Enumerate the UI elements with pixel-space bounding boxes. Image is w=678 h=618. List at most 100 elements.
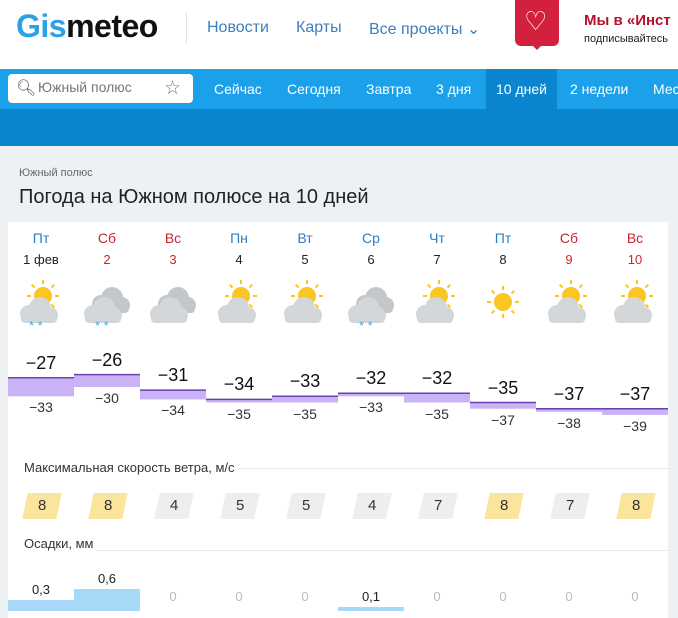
svg-text:* *: * * (359, 318, 373, 330)
temp-max: −37 (553, 383, 585, 404)
temp-min: −35 (293, 405, 317, 422)
divider (186, 12, 187, 44)
tab-3[interactable]: 3 дня (426, 69, 481, 109)
day-name: Пн (230, 230, 248, 246)
temp-min: −35 (227, 405, 251, 422)
breadcrumb[interactable]: Южный полюс (19, 167, 93, 179)
precip-bar (338, 607, 404, 611)
blue-band (0, 109, 678, 146)
cloud-weather-icon: * * (345, 278, 397, 333)
sun-cloud-weather-icon (609, 278, 661, 328)
sun-cloud-weather-icon (213, 278, 265, 328)
day-date: 8 (499, 252, 507, 267)
day-date: 6 (367, 252, 375, 267)
svg-text:* *: * * (29, 318, 43, 330)
precip-value: 0 (433, 589, 441, 604)
temp-min: −33 (359, 399, 383, 416)
day-date: 2 (103, 252, 111, 267)
wind-speed: 5 (286, 493, 326, 519)
wind-value: 8 (37, 497, 47, 514)
precip-value: 0,3 (31, 581, 51, 597)
precip-value: 0 (631, 589, 639, 604)
precip-value: 0 (565, 589, 573, 604)
tab-2[interactable]: Завтра (356, 69, 421, 109)
precip-value: 0 (499, 589, 507, 604)
precip-bar (74, 588, 140, 611)
search-input[interactable] (38, 79, 158, 95)
day-name: Сб (559, 230, 579, 246)
tab-4[interactable]: 10 дней (486, 69, 557, 109)
wind-value: 8 (631, 497, 641, 514)
search-icon: 🔍︎ (16, 80, 37, 97)
wind-speed: 4 (154, 493, 194, 519)
wind-value: 5 (235, 497, 245, 514)
day-date: 5 (301, 252, 309, 267)
wind-label: Максимальная скорость ветра, м/с (24, 460, 239, 475)
wind-speed: 8 (22, 493, 62, 519)
sun-cloud-weather-icon (543, 278, 595, 328)
day-name: Вт (297, 230, 313, 246)
temp-min: −33 (29, 399, 53, 416)
sun-weather-icon (477, 278, 529, 328)
wind-speed: 4 (352, 493, 392, 519)
precip-value: 0 (169, 589, 177, 604)
tab-1[interactable]: Сегодня (277, 69, 351, 109)
forecast-card: Максимальная скорость ветра, м/с Осадки,… (8, 222, 668, 618)
sun-cloud-weather-icon (411, 278, 463, 328)
temp-range-bar (8, 377, 74, 397)
wind-value: 8 (103, 497, 113, 514)
day-name: Вс (164, 230, 182, 246)
day-name: Пт (494, 230, 512, 246)
wind-value: 4 (367, 497, 377, 514)
temp-min: −39 (623, 417, 647, 434)
temp-min: −30 (95, 390, 119, 406)
wind-speed: 8 (88, 493, 128, 519)
nav-maps[interactable]: Карты (296, 19, 342, 37)
temp-max: −32 (355, 368, 387, 389)
day-name: Вс (626, 230, 644, 246)
nav-news[interactable]: Новости (207, 19, 269, 37)
day-date: 9 (565, 252, 573, 267)
temp-range-bar (74, 374, 140, 387)
temp-max: −32 (421, 368, 453, 389)
day-name: Пт (32, 230, 50, 246)
temp-min: −37 (491, 411, 515, 428)
wind-value: 8 (499, 497, 509, 514)
temp-max: −34 (223, 374, 255, 395)
wind-speed: 8 (616, 493, 656, 519)
promo-subtitle: подписывайтесь (584, 33, 669, 45)
day-name: Чт (429, 230, 445, 246)
wind-speed: 5 (220, 493, 260, 519)
instagram-heart-icon[interactable]: ♡ (515, 0, 559, 50)
day-date: 4 (235, 252, 243, 267)
svg-text:* *: * * (95, 318, 109, 330)
tab-6[interactable]: Мес (643, 69, 678, 109)
precip-value: 0 (301, 589, 309, 604)
temp-range-bar (404, 393, 470, 403)
tab-5[interactable]: 2 недели (560, 69, 638, 109)
temp-max: −31 (157, 365, 189, 386)
wind-speed: 7 (550, 493, 590, 519)
temp-max: −37 (619, 383, 651, 404)
precip-label: Осадки, мм (24, 536, 98, 551)
precip-value: 0,6 (97, 570, 117, 586)
temp-min: −34 (161, 402, 185, 419)
cloud-weather-icon: * * (81, 278, 133, 333)
search-box: 🔍︎ ☆ (8, 74, 193, 103)
temp-max: −26 (91, 349, 123, 370)
star-icon[interactable]: ☆ (164, 77, 181, 100)
wind-speed: 8 (484, 493, 524, 519)
day-name: Ср (362, 230, 380, 246)
precip-value: 0,1 (361, 589, 381, 605)
page-title: Погода на Южном полюсе на 10 дней (19, 186, 369, 208)
nav-all-projects[interactable]: Все проекты ⌄ (369, 19, 480, 39)
promo-title[interactable]: Мы в «Инст (584, 12, 671, 29)
temp-range-bar (470, 402, 536, 409)
temp-range-bar (272, 396, 338, 403)
temp-max: −27 (25, 352, 57, 373)
precip-value: 0 (235, 589, 243, 604)
precip-bar (8, 599, 74, 611)
gismeteo-logo[interactable]: Gismeteo (16, 8, 158, 45)
cloud-weather-icon (147, 278, 199, 328)
tab-0[interactable]: Сейчас (204, 69, 272, 109)
